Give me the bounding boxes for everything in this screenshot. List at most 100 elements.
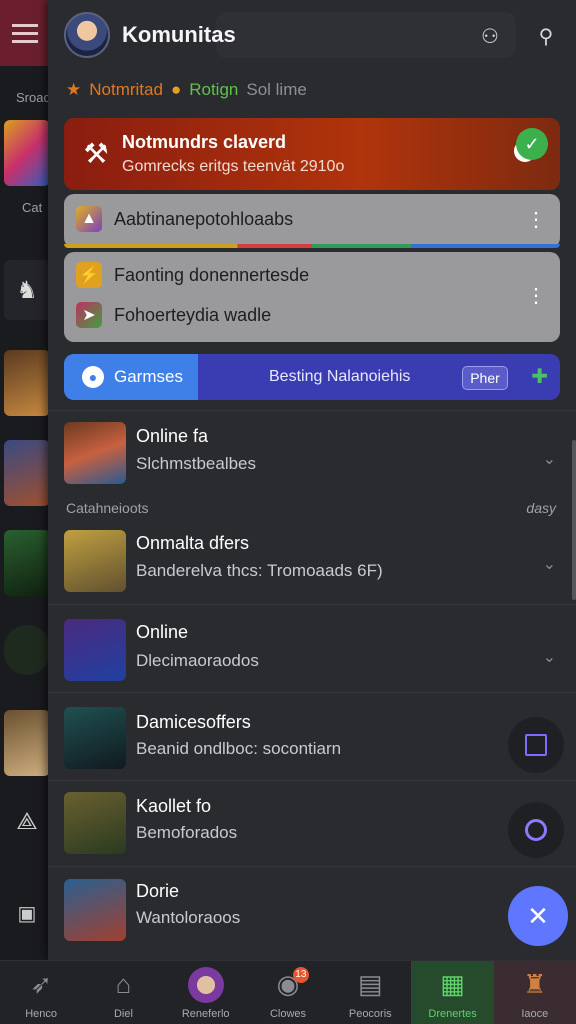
- page-title: Komunitas: [122, 22, 236, 47]
- square-icon[interactable]: ▣: [4, 896, 50, 932]
- item-title: Damicesoffers: [136, 712, 251, 732]
- shop-icon: ▤: [357, 969, 383, 999]
- game-thumbnail: [64, 422, 126, 484]
- notice-title: Notmundrs claverd: [122, 132, 287, 152]
- chevron-down-icon[interactable]: ⌄: [543, 647, 556, 667]
- tab-label: Garmses: [114, 367, 183, 386]
- games-icon: ●: [82, 366, 104, 388]
- app-root: Sroac Cat ♞ ⟁ ▣ Komunitas ⚇ ⚲ ★ Notmrita…: [0, 0, 576, 1024]
- feature-label: Fohoerteydia wadle: [114, 304, 272, 325]
- nav-item-diel[interactable]: ⌂ Diel: [82, 961, 164, 1024]
- item-title: Online fa: [136, 426, 209, 446]
- nav-label: Peocoris: [348, 1008, 392, 1020]
- search-fab-button[interactable]: [508, 802, 564, 858]
- nav-item-drenertes[interactable]: ▦ Drenertes: [411, 961, 494, 1024]
- item-subtitle: Beanid ondlboc: socontiarn: [136, 739, 342, 758]
- meta-tag: Sol lime: [246, 80, 307, 99]
- square-fab-button[interactable]: [508, 717, 564, 773]
- item-subtitle: Banderelva thcs: Tromoaads 6F): [136, 561, 383, 580]
- rail-thumb[interactable]: [4, 440, 50, 506]
- color-stripe: [64, 244, 560, 248]
- search-icon: [525, 819, 547, 841]
- app-icon: ▲: [76, 206, 102, 232]
- nav-label: Henco: [25, 1008, 58, 1020]
- chevron-down-icon[interactable]: ⌄: [543, 449, 556, 469]
- list-item[interactable]: Online fa Slchmstbealbes ⌄: [48, 410, 576, 494]
- feature-label: Faonting donennertesde: [114, 264, 310, 285]
- more-icon[interactable]: ⋮: [526, 210, 546, 230]
- home-icon: ⌂: [115, 969, 132, 999]
- avatar[interactable]: [64, 12, 110, 58]
- game-thumbnail: [64, 707, 126, 769]
- game-thumbnail: [64, 792, 126, 854]
- chevron-down-icon[interactable]: ⌄: [543, 554, 556, 574]
- arrow-icon: ➤: [76, 302, 102, 328]
- nav-item-henco[interactable]: ➶ Henco: [0, 961, 82, 1024]
- list-item[interactable]: Onmalta dfers Banderelva thcs: Tromoaads…: [48, 520, 576, 604]
- triangle-icon[interactable]: ⟁: [4, 800, 50, 844]
- meta-tag[interactable]: Notmritad: [89, 80, 163, 100]
- check-icon[interactable]: ✓: [516, 128, 548, 160]
- star-icon: ★: [66, 80, 82, 99]
- hero-icon: ♜: [523, 969, 547, 999]
- rail-thumb[interactable]: [4, 530, 50, 596]
- rail-label-top: Sroac: [16, 90, 50, 105]
- rail-thumb[interactable]: [4, 625, 50, 675]
- bolt-icon: ⚡: [76, 262, 102, 288]
- robot-icon: ▦: [440, 969, 465, 999]
- notice-subtitle: Gomrecks eritgs teenvät 2910o: [122, 158, 345, 175]
- item-subtitle: Bemoforados: [136, 823, 238, 842]
- nav-item-clowes[interactable]: ◉ 13 Clowes: [247, 961, 329, 1024]
- bottom-nav: ➶ Henco ⌂ Diel . Reneferlo ◉ 13 Clowes ▤…: [0, 960, 576, 1024]
- tab-games[interactable]: ● Garmses: [64, 354, 198, 400]
- feature-card[interactable]: ⚡ Faonting donennertesde ➤ Fohoerteydia …: [64, 252, 560, 342]
- notice-card[interactable]: ⚒ Notmundrs claverd Gomrecks eritgs teen…: [64, 118, 560, 190]
- fire-icon: ●: [170, 80, 182, 99]
- pin-icon[interactable]: ⚲: [528, 18, 564, 54]
- nav-label: Reneferlo: [181, 1008, 230, 1020]
- background-rail: Sroac Cat ♞ ⟁ ▣: [0, 0, 50, 960]
- more-icon[interactable]: ⋮: [526, 286, 546, 306]
- avatar-icon: .: [187, 967, 224, 1003]
- item-title: Online: [136, 622, 189, 642]
- item-title: Onmalta dfers: [136, 533, 250, 553]
- close-fab-button[interactable]: ✕: [508, 886, 568, 946]
- rail-thumb[interactable]: [4, 350, 50, 416]
- meta-tags: ★ Notmritad ● Rotign Sol lime: [66, 80, 307, 100]
- list-item[interactable]: Dorie Wantoloraoos: [48, 866, 576, 952]
- feature-label: Aabtinanepotohloaabs: [114, 208, 294, 229]
- tab-bar: ● Garmses Besting Nalanoiehis Pher ✚: [64, 354, 560, 400]
- game-thumbnail: [64, 530, 126, 592]
- square-outline-icon: [525, 734, 547, 756]
- forward-icon[interactable]: ✚: [531, 364, 548, 389]
- nav-label: Clowes: [269, 1008, 307, 1020]
- nav-item-reneferlo[interactable]: . Reneferlo: [165, 961, 247, 1024]
- user-icon[interactable]: ⚇: [472, 18, 508, 54]
- list-item[interactable]: Online Dlecimaoraodos ⌄: [48, 604, 576, 692]
- item-subtitle: Slchmstbealbes: [136, 454, 257, 473]
- item-subtitle: Dlecimaoraodos: [136, 651, 259, 670]
- hamburger-icon: [12, 31, 38, 35]
- hammer-icon: ⚒: [83, 138, 109, 169]
- nav-label: Iaoce: [521, 1008, 549, 1020]
- rail-thumb[interactable]: [4, 710, 50, 776]
- item-subtitle: Wantoloraoos: [136, 908, 241, 927]
- nav-item-peocoris[interactable]: ▤ Peocoris: [329, 961, 411, 1024]
- feature-card[interactable]: ▲ Aabtinanepotohloaabs ⋮: [64, 194, 560, 248]
- notification-badge: 13: [292, 967, 309, 983]
- tab-best[interactable]: Besting Nalanoiehis: [269, 368, 410, 386]
- horse-icon[interactable]: ♞: [4, 260, 50, 320]
- list-item[interactable]: Kaollet fo Bemoforados: [48, 780, 576, 866]
- item-title: Kaollet fo: [136, 796, 212, 816]
- menu-button[interactable]: [0, 0, 50, 66]
- plus-badge[interactable]: Pher: [462, 366, 508, 390]
- section-meta[interactable]: dasy: [526, 500, 556, 516]
- list-item[interactable]: Damicesoffers Beanid ondlboc: socontiarn: [48, 692, 576, 780]
- game-thumbnail: [64, 879, 126, 941]
- nav-label: Diel: [113, 1008, 133, 1020]
- rail-thumb[interactable]: [4, 120, 50, 186]
- nav-item-iaoce[interactable]: ♜ Iaoce: [493, 961, 576, 1024]
- meta-tag[interactable]: Rotign: [189, 80, 238, 100]
- close-icon: ✕: [527, 900, 549, 931]
- scrollbar[interactable]: [572, 440, 576, 600]
